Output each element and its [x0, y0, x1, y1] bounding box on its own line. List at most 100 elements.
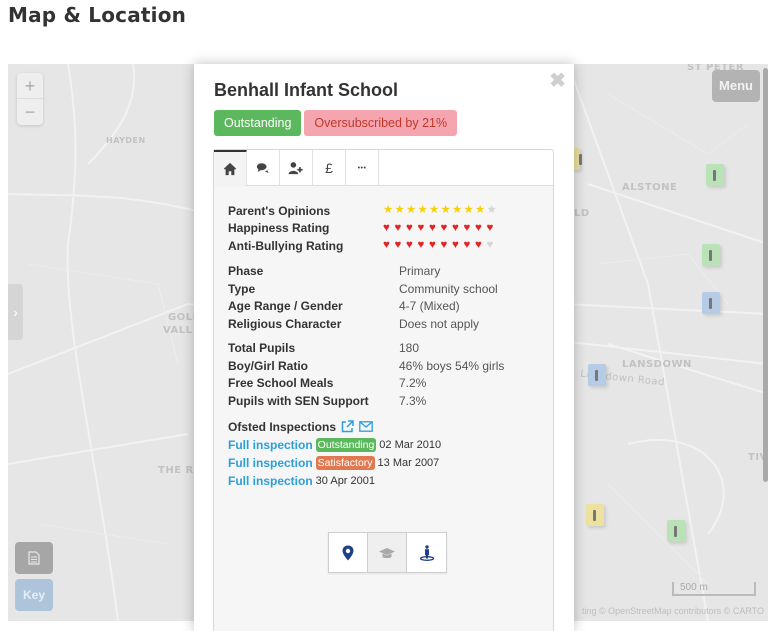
- info-card: £ ••• Parent's Opinions ★ ★ ★ ★ ★ ★ ★ ★ ★ ★ Happi…: [213, 149, 554, 631]
- document-button[interactable]: [15, 542, 53, 574]
- ofsted-rating-badge: Outstanding: [214, 110, 302, 136]
- heart-icon: ♥: [440, 239, 448, 251]
- pound-icon: £: [325, 160, 333, 176]
- star-icon: ★: [440, 204, 451, 216]
- external-link-icon[interactable]: [341, 420, 354, 433]
- school-popup: ✖ Benhall Infant School Outstanding Over…: [194, 64, 574, 631]
- star-icon: ★: [417, 204, 428, 216]
- oversubscribed-badge: Oversubscribed by 21%: [304, 110, 458, 136]
- map-label: LANSDOWN: [622, 359, 692, 370]
- stat-value: 180: [399, 341, 420, 356]
- school-marker[interactable]: [702, 292, 720, 314]
- full-inspection-link[interactable]: Full inspection: [228, 438, 313, 452]
- map-label: THE R: [158, 465, 194, 476]
- school-name: Benhall Infant School: [214, 80, 399, 100]
- heart-icon: ♥: [406, 239, 413, 251]
- stat-row: Pupils with SEN Support 7.3%: [228, 392, 539, 410]
- detail-label: Phase: [228, 264, 264, 279]
- stat-value: 7.2%: [399, 376, 427, 391]
- heart-icon: ♥: [383, 239, 390, 251]
- tab-fees[interactable]: £: [313, 150, 346, 186]
- stat-label: Total Pupils: [228, 341, 296, 356]
- tab-user-plus[interactable]: [280, 150, 313, 186]
- stat-row: Total Pupils 180: [228, 340, 539, 358]
- school-marker[interactable]: [706, 164, 724, 186]
- heart-icon: ♥: [383, 221, 390, 234]
- tab-home[interactable]: [214, 150, 247, 186]
- full-inspection-link[interactable]: Full inspection: [228, 474, 313, 488]
- star-icon: ★: [475, 204, 486, 216]
- school-marker[interactable]: [667, 520, 685, 542]
- detail-row: Religious Character Does not apply: [228, 315, 539, 333]
- map-action-buttons: [328, 532, 447, 573]
- detail-row: Phase Primary: [228, 263, 539, 281]
- menu-button[interactable]: Menu: [712, 70, 760, 102]
- heart-icon: ♥: [486, 221, 494, 234]
- star-icon: ★: [452, 204, 463, 216]
- key-button[interactable]: Key: [15, 579, 53, 611]
- heart-icon: ♥: [486, 239, 494, 251]
- tab-more[interactable]: •••: [346, 150, 379, 186]
- inspection-row: Full inspection 30 Apr 2001: [228, 472, 539, 490]
- document-icon: [28, 551, 40, 565]
- inspection-date: 30 Apr 2001: [315, 474, 376, 487]
- detail-row: Type Community school: [228, 280, 539, 298]
- heart-icon: ♥: [463, 221, 471, 234]
- page-title: Map & Location: [8, 3, 187, 27]
- tab-comments[interactable]: [247, 150, 280, 186]
- map-marker-icon: [342, 545, 354, 560]
- zoom-in-button[interactable]: +: [17, 73, 43, 99]
- envelope-icon[interactable]: [359, 421, 373, 432]
- detail-row: Age Range / Gender 4-7 (Mixed): [228, 298, 539, 316]
- ofsted-heading-label: Ofsted Inspections: [228, 419, 337, 434]
- rating-row: Parent's Opinions ★ ★ ★ ★ ★ ★ ★ ★ ★ ★: [228, 202, 539, 220]
- zoom-out-button[interactable]: −: [17, 99, 43, 125]
- stat-label: Free School Meals: [228, 376, 334, 391]
- stat-value: 46% boys 54% girls: [399, 358, 505, 373]
- stat-value: 7.3%: [399, 393, 427, 408]
- more-icon: •••: [357, 164, 367, 172]
- close-icon[interactable]: ✖: [549, 68, 566, 93]
- star-icon: ★: [486, 204, 497, 216]
- zoom-control: + −: [17, 73, 43, 125]
- map-label: LD: [574, 208, 590, 219]
- show-location-button[interactable]: [329, 533, 368, 572]
- map-attribution[interactable]: ting © OpenStreetMap contributors © CART…: [582, 606, 764, 616]
- inspection-date: 13 Mar 2007: [377, 456, 440, 469]
- map-label: ALSTONE: [622, 182, 678, 193]
- scrollbar[interactable]: [763, 68, 768, 482]
- heart-icon: ♥: [417, 221, 425, 234]
- stat-row: Boy/Girl Ratio 46% boys 54% girls: [228, 357, 539, 375]
- rating-label: Happiness Rating: [228, 221, 330, 236]
- show-schools-button[interactable]: [368, 533, 407, 572]
- heart-icon: ♥: [429, 239, 436, 251]
- detail-label: Religious Character: [228, 316, 342, 331]
- badge-row: Outstanding Oversubscribed by 21%: [214, 110, 458, 136]
- inspection-grade-badge: Outstanding: [315, 437, 377, 452]
- star-icon: ★: [463, 204, 474, 216]
- heart-icon: ♥: [429, 221, 436, 234]
- heart-icon: ♥: [440, 221, 448, 234]
- detail-label: Type: [228, 281, 256, 296]
- detail-label: Age Range / Gender: [228, 299, 343, 314]
- ofsted-heading: Ofsted Inspections: [228, 418, 539, 436]
- school-marker[interactable]: [586, 504, 604, 526]
- sidebar-toggle-button[interactable]: ›: [8, 284, 23, 340]
- detail-value: Does not apply: [399, 316, 480, 331]
- heart-icon: ♥: [417, 239, 425, 251]
- heart-icon: ♥: [394, 221, 402, 234]
- rating-hearts: ♥ ♥ ♥ ♥ ♥ ♥ ♥ ♥ ♥ ♥: [383, 239, 498, 252]
- rating-label: Anti-Bullying Rating: [228, 238, 344, 253]
- comments-icon: [256, 163, 270, 174]
- map-label: VALL: [163, 325, 193, 336]
- star-icon: ★: [394, 204, 405, 216]
- school-marker[interactable]: [702, 244, 720, 266]
- rating-hearts: ♥ ♥ ♥ ♥ ♥ ♥ ♥ ♥ ♥ ♥: [383, 221, 498, 235]
- rating-row: Anti-Bullying Rating ♥ ♥ ♥ ♥ ♥ ♥ ♥ ♥ ♥ ♥: [228, 237, 539, 255]
- street-view-button[interactable]: [407, 533, 446, 572]
- full-inspection-link[interactable]: Full inspection: [228, 456, 313, 470]
- inspection-row: Full inspection Satisfactory 13 Mar 2007: [228, 454, 539, 472]
- school-marker[interactable]: [588, 364, 606, 386]
- star-icon: ★: [383, 204, 394, 216]
- stat-label: Pupils with SEN Support: [228, 393, 369, 408]
